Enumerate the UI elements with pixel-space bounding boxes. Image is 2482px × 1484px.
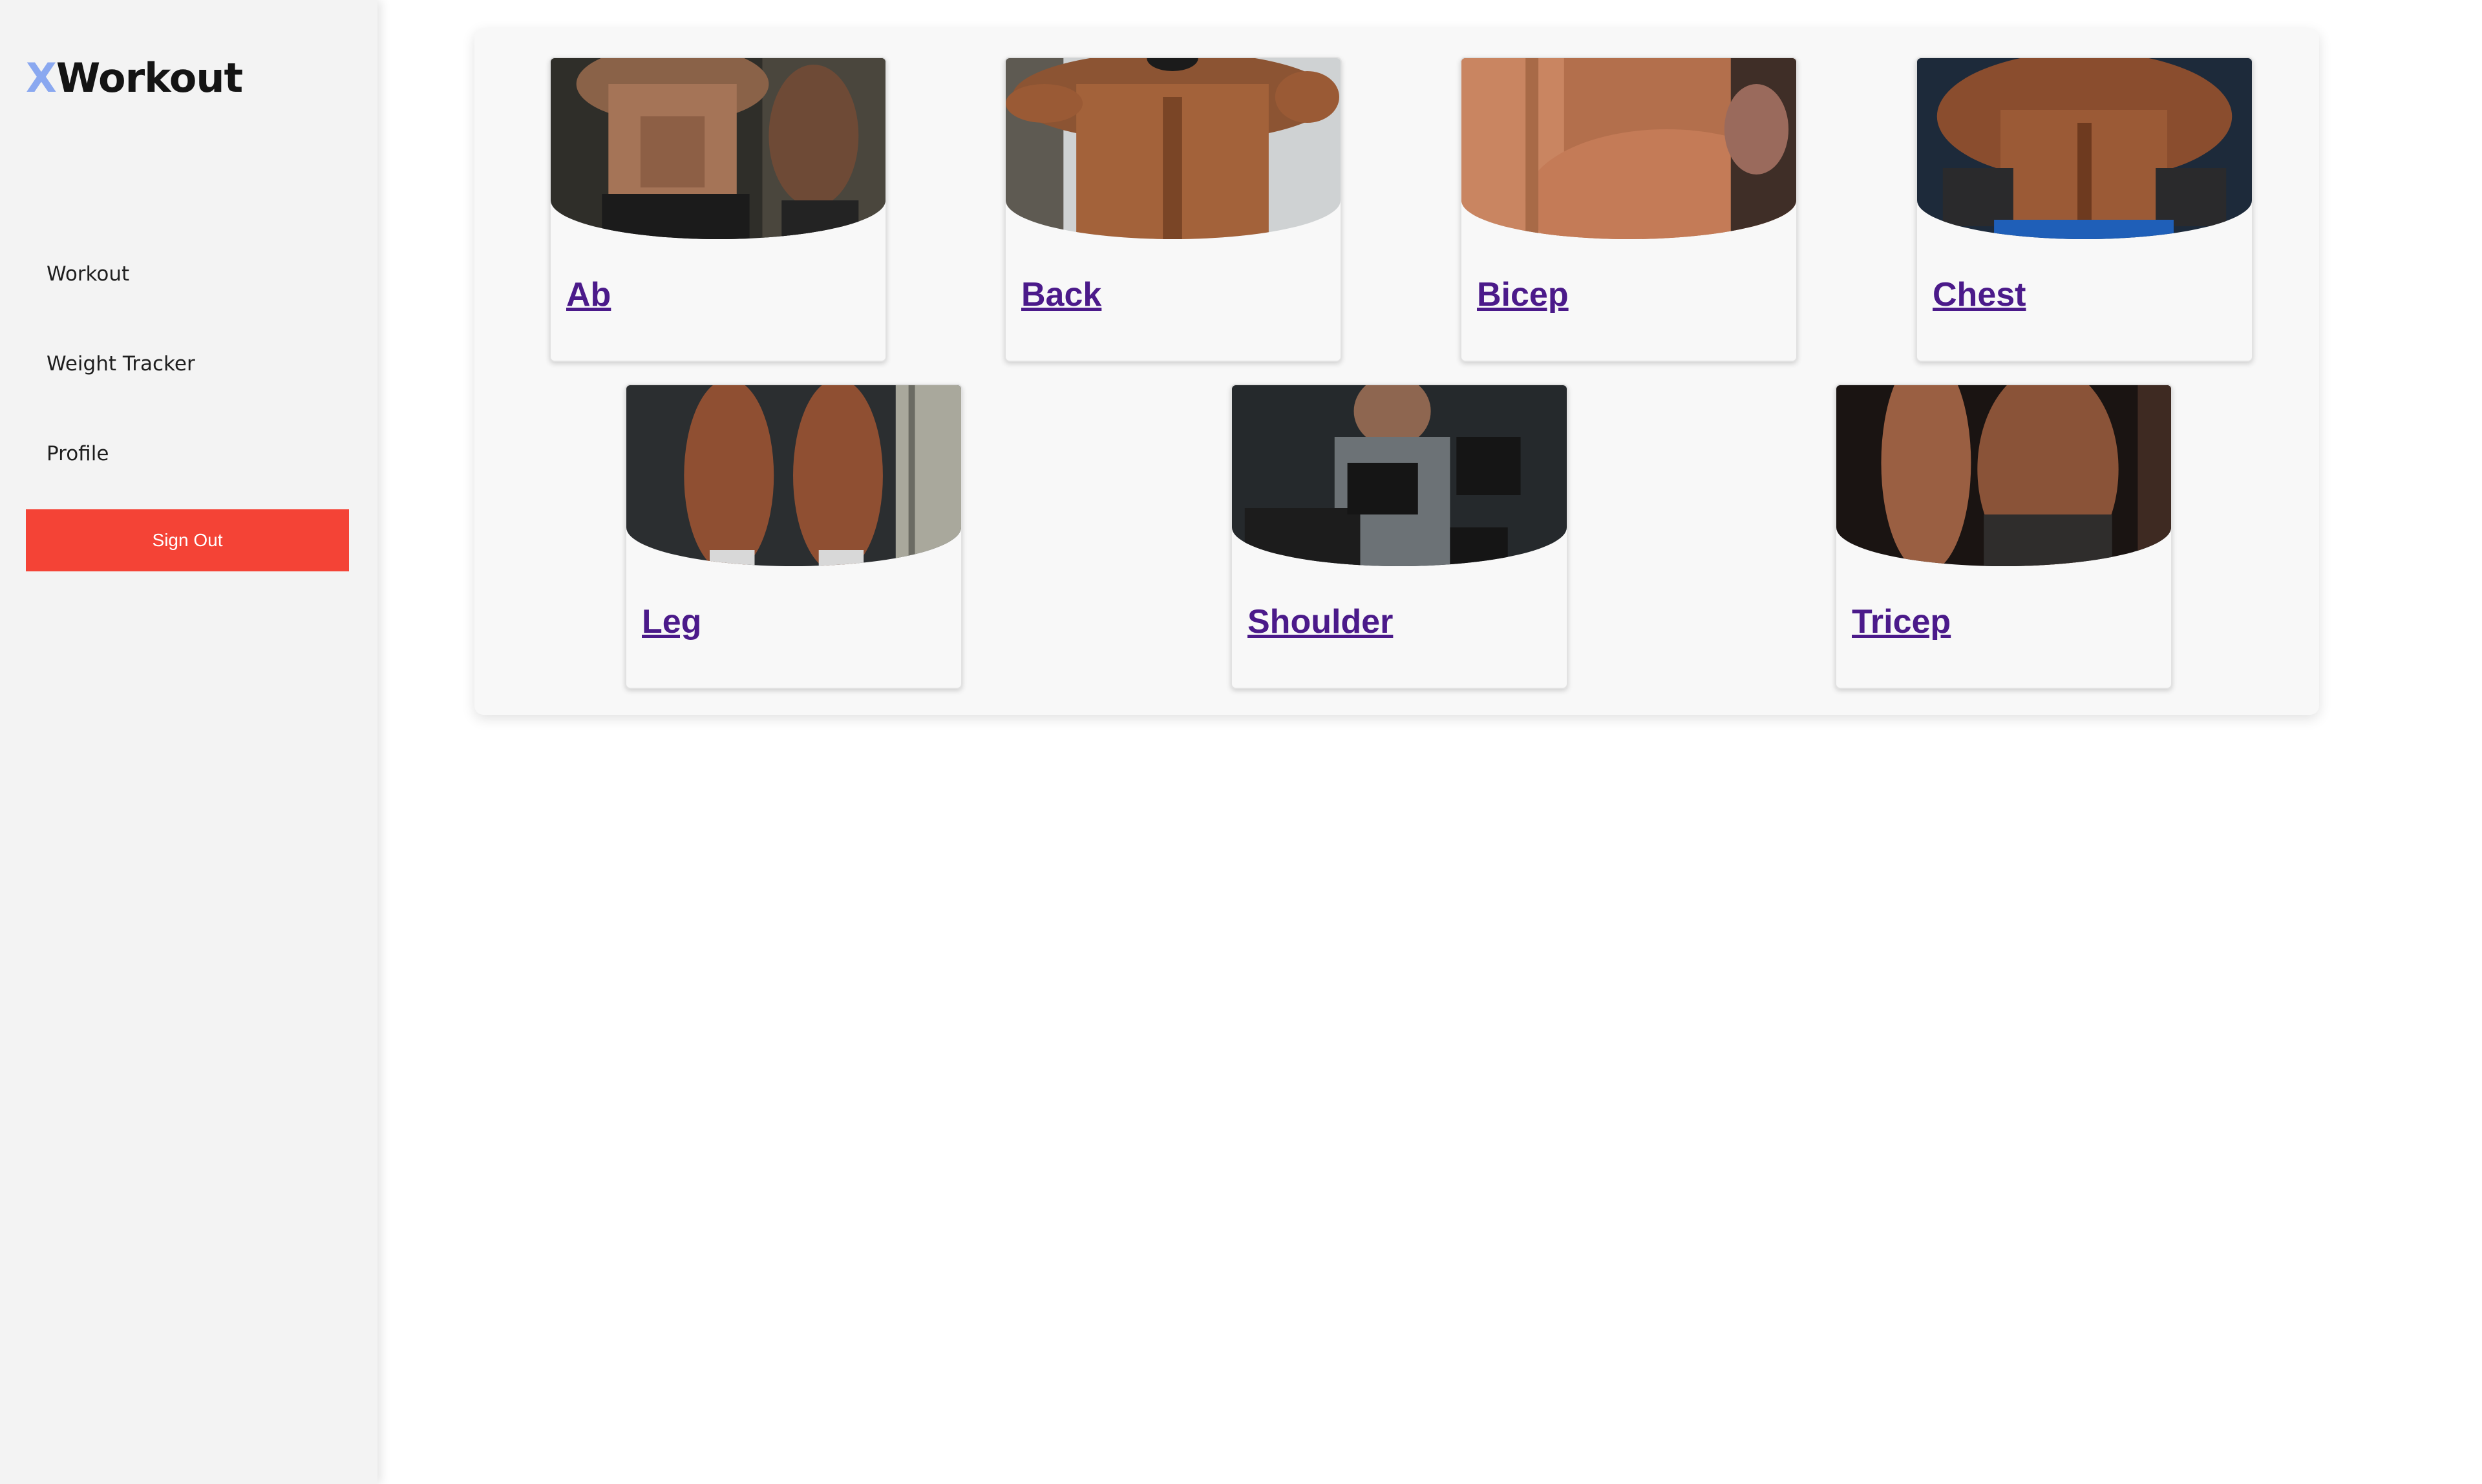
back-workout-image[interactable] [1006, 58, 1341, 239]
category-card-shoulder[interactable]: Shoulder [1231, 384, 1568, 689]
category-card-bicep[interactable]: Bicep [1460, 57, 1798, 362]
category-card-leg[interactable]: Leg [625, 384, 962, 689]
ab-workout-image[interactable] [551, 58, 886, 239]
logo-accent: X [26, 54, 57, 101]
category-card-back[interactable]: Back [1004, 57, 1342, 362]
sidebar-item-profile[interactable]: Profile [47, 442, 109, 465]
chest-workout-image[interactable] [1917, 58, 2252, 239]
category-link-chest[interactable]: Chest [1933, 275, 2026, 314]
category-link-shoulder[interactable]: Shoulder [1247, 602, 1393, 641]
category-link-back[interactable]: Back [1021, 275, 1101, 314]
sidebar-item-weight-tracker[interactable]: Weight Tracker [47, 352, 195, 376]
category-link-bicep[interactable]: Bicep [1477, 275, 1569, 314]
category-link-tricep[interactable]: Tricep [1852, 602, 1951, 641]
app-logo[interactable]: XWorkout [26, 54, 243, 101]
category-link-ab[interactable]: Ab [566, 275, 611, 314]
app-root: XWorkout Workout Weight Tracker Profile … [0, 0, 2482, 1484]
category-card-chest[interactable]: Chest [1916, 57, 2253, 362]
sidebar-item-workout[interactable]: Workout [47, 262, 129, 286]
sidebar: XWorkout Workout Weight Tracker Profile … [0, 0, 377, 1484]
category-card-tricep[interactable]: Tricep [1835, 384, 2172, 689]
shoulder-workout-image[interactable] [1232, 385, 1567, 566]
category-card-ab[interactable]: Ab [549, 57, 887, 362]
bicep-workout-image[interactable] [1461, 58, 1796, 239]
category-link-leg[interactable]: Leg [642, 602, 701, 641]
leg-workout-image[interactable] [626, 385, 961, 566]
workout-categories-panel: Ab Back Bicep Chest Leg Shoulder Tricep [474, 28, 2319, 715]
logo-text: Workout [56, 54, 243, 101]
tricep-workout-image[interactable] [1836, 385, 2171, 566]
sign-out-button[interactable]: Sign Out [26, 509, 349, 571]
